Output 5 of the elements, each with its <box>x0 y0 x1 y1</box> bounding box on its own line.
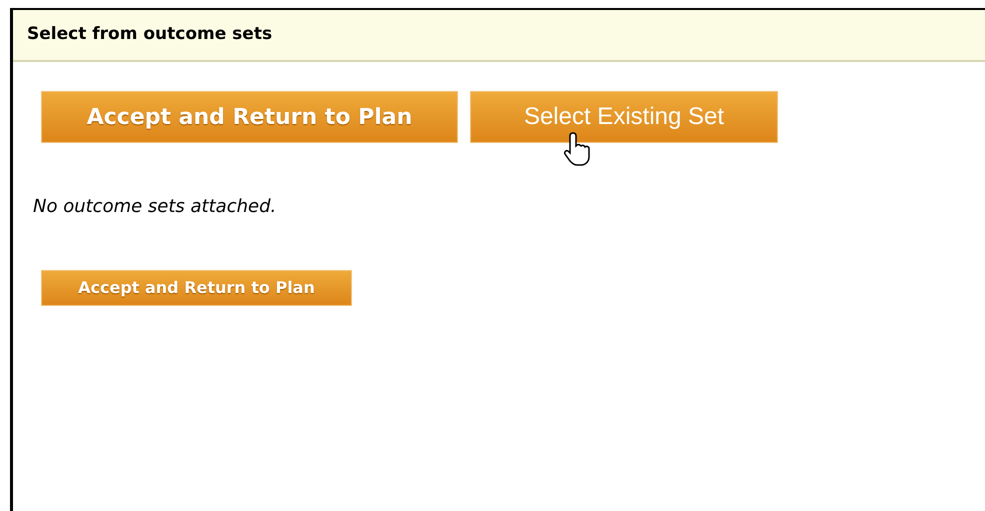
action-button[interactable]: Accept and Return to Plan <box>41 91 458 143</box>
accept-button[interactable]: Accept and Return to Plan <box>41 270 352 306</box>
panel-title: Select from outcome sets <box>27 23 272 46</box>
empty-message: No outcome sets attached. <box>33 195 278 219</box>
action-button[interactable]: Select Existing Set <box>470 91 778 143</box>
